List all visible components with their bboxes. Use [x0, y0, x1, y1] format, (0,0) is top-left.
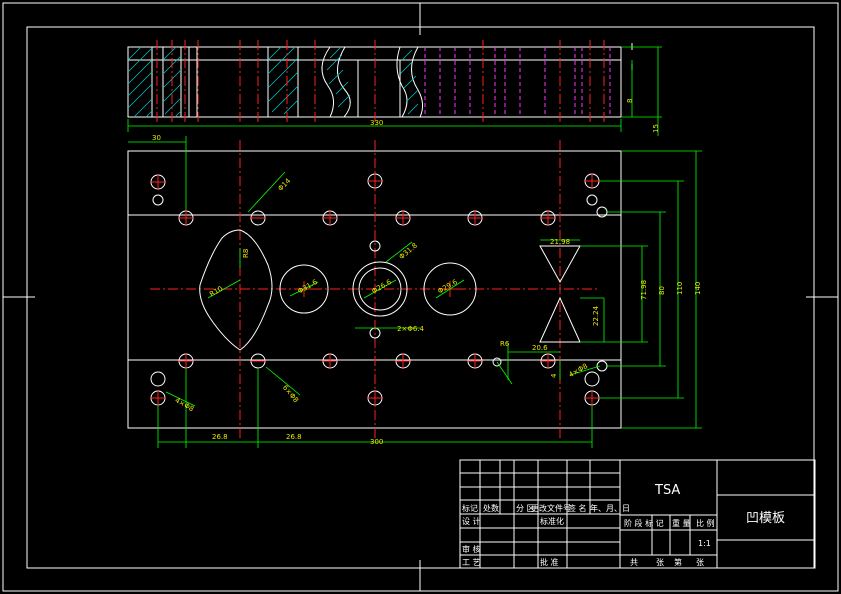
dim-hole-r-side: R10 — [208, 285, 224, 299]
dim-tri-top: 21.98 — [550, 238, 570, 246]
dim-bottom-total: 300 — [370, 438, 383, 446]
dim-right-h2: 80 — [658, 286, 666, 295]
dim-small-hole: 2×Φ6.4 — [397, 325, 425, 333]
rev-header-date: 年、月、日 — [590, 503, 630, 513]
tb-sheets-total: 共 — [630, 558, 638, 567]
dim-circle-4: Φ29.6 — [437, 278, 460, 296]
tb-design: 设 计 — [462, 516, 481, 526]
dim-left-offset: 30 — [152, 134, 161, 142]
dim-hole-r-top: R8 — [242, 249, 250, 258]
tb-sheets-unit: 张 — [656, 558, 664, 567]
tb-sheet-no: 第 — [674, 557, 682, 567]
tb-process: 工 艺 — [462, 558, 481, 567]
rev-header-sign: 签 名 — [568, 503, 587, 513]
tb-part-name: 凹模板 — [746, 511, 785, 526]
dim-spacing-2: 26.8 — [286, 433, 302, 441]
dim-height-side: 8 — [626, 99, 634, 103]
rev-header-mark: 标记 — [462, 503, 478, 513]
dim-bolt-1: 6×Φ8 — [281, 384, 300, 405]
dim-bolt-2: 4×Φ8 — [174, 396, 196, 413]
dim-circle-1: Φ31.6 — [297, 278, 320, 296]
dim-right-h3: 110 — [676, 282, 684, 295]
dim-right-total: 140 — [694, 282, 702, 295]
dim-tri-side: 22.24 — [592, 305, 600, 326]
tb-scale-label: 比 例 — [696, 518, 715, 528]
tb-approve: 批 准 — [540, 557, 559, 567]
rev-header-doc: 更改文件号 — [531, 503, 571, 513]
tb-audit: 审 核 — [462, 544, 481, 554]
tb-standardize: 标准化 — [540, 516, 564, 526]
drawing-canvas: 330 8 15 30 26.8 26.8 300 140 110 80 71.… — [2, 2, 839, 592]
tb-weight: 重 量 — [672, 518, 691, 528]
section-view — [127, 40, 662, 136]
rev-header-count: 处数 — [483, 503, 499, 513]
tb-stage-mark: 阶 段 标 记 — [624, 518, 664, 528]
dim-thickness: 15 — [652, 124, 660, 133]
dim-tri-bottom: 20.6 — [532, 344, 548, 352]
dim-overall-length: 330 — [370, 119, 383, 127]
tb-sheet-unit2: 张 — [696, 558, 704, 567]
dim-right-h1: 71.98 — [640, 280, 648, 300]
dim-circle-2: Φ26.6 — [371, 278, 394, 296]
tb-scale: 1:1 — [698, 539, 711, 548]
dim-4: 4 — [550, 373, 558, 378]
tb-code: TSA — [654, 483, 680, 498]
die-cavities — [199, 229, 581, 351]
dim-r-small: R6 — [500, 340, 510, 348]
dim-spacing-1: 26.8 — [212, 433, 228, 441]
